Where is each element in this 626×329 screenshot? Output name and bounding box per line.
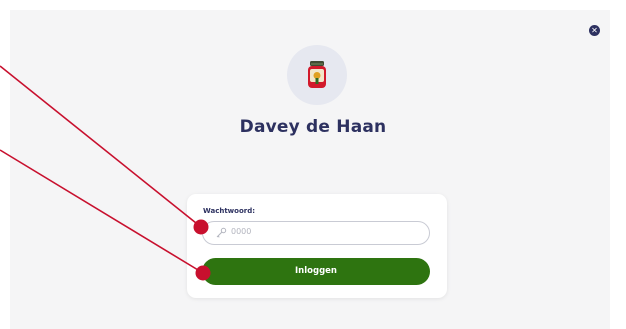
close-icon[interactable]: ✕ [589,25,600,36]
avatar [287,45,347,105]
user-name: Davey de Haan [239,117,387,137]
login-button[interactable]: Inloggen [202,258,430,285]
key-icon [216,227,227,238]
jar-icon [308,61,326,88]
password-label: Wachtwoord: [203,207,256,215]
password-input[interactable]: 0000 [202,221,430,245]
password-placeholder: 0000 [231,227,252,236]
login-card: Wachtwoord: 0000 Inloggen [187,194,447,298]
